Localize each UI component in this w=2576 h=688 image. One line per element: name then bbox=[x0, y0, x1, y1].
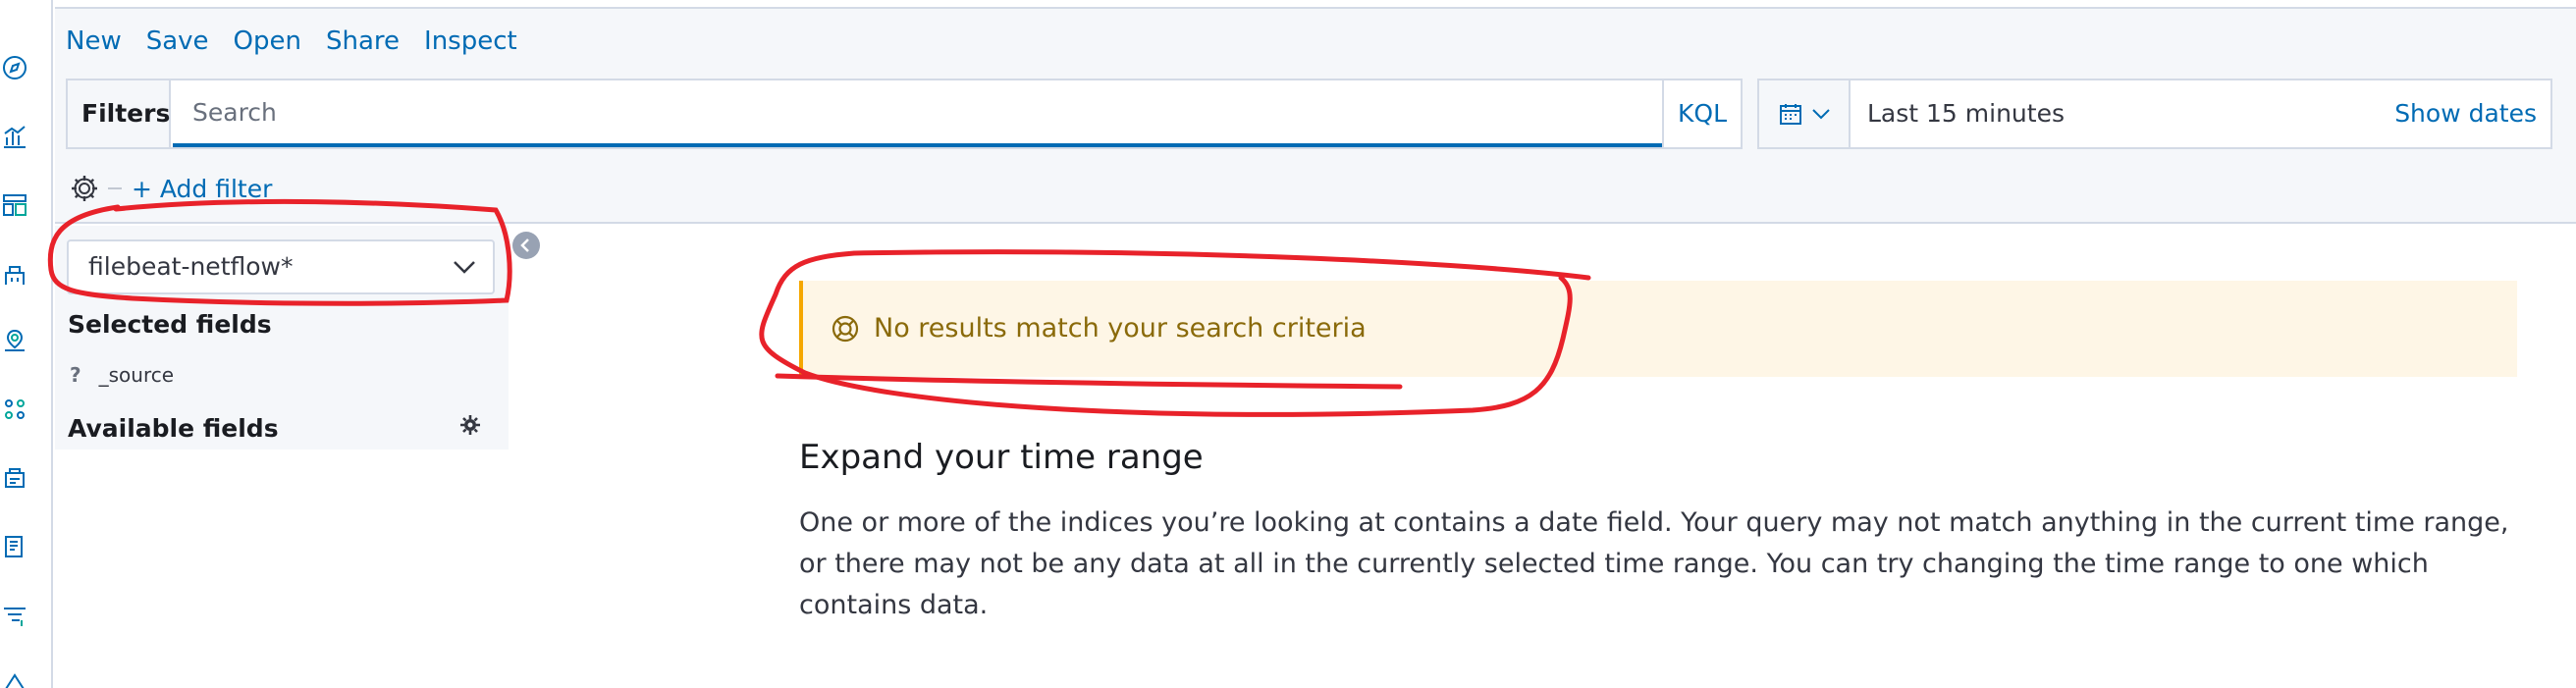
index-pattern-value: filebeat-netflow* bbox=[88, 252, 294, 281]
open-button[interactable]: Open bbox=[234, 22, 301, 61]
no-results-callout: No results match your search criteria bbox=[799, 281, 2517, 377]
annotation-underline bbox=[775, 373, 1403, 390]
divider bbox=[108, 187, 122, 189]
share-button[interactable]: Share bbox=[326, 22, 400, 61]
gear-icon[interactable] bbox=[459, 414, 481, 436]
calendar-icon bbox=[1779, 104, 1801, 125]
search-input[interactable] bbox=[173, 80, 1665, 147]
header-divider bbox=[55, 0, 2576, 9]
top-bar: New Save Open Share Inspect Filters KQL … bbox=[55, 0, 2576, 224]
collapse-sidebar-button[interactable] bbox=[512, 232, 540, 259]
discover-icon[interactable] bbox=[2, 55, 27, 80]
chevron-left-icon bbox=[520, 238, 529, 252]
maps-icon[interactable] bbox=[2, 328, 27, 353]
no-results-title: Expand your time range bbox=[799, 438, 1204, 477]
available-fields-title: Available fields bbox=[68, 414, 279, 443]
kibana-discover: New Save Open Share Inspect Filters KQL … bbox=[0, 0, 2576, 688]
chevron-down-icon bbox=[1811, 109, 1830, 120]
nav-rail bbox=[0, 0, 53, 688]
gear-icon[interactable] bbox=[69, 173, 100, 204]
infrastructure-icon[interactable] bbox=[2, 465, 27, 491]
chevron-down-icon bbox=[454, 261, 475, 274]
add-filter-button[interactable]: + Add filter bbox=[132, 175, 272, 203]
save-button[interactable]: Save bbox=[146, 22, 209, 61]
filter-bar: + Add filter bbox=[69, 169, 272, 208]
show-dates-button[interactable]: Show dates bbox=[2394, 80, 2537, 147]
selected-fields-title: Selected fields bbox=[68, 310, 272, 339]
query-bar: Filters KQL bbox=[66, 79, 1743, 149]
apm-icon[interactable] bbox=[2, 603, 27, 628]
field-name: _source bbox=[98, 363, 175, 387]
filters-label[interactable]: Filters bbox=[68, 80, 171, 147]
date-range-text[interactable]: Last 15 minutes bbox=[1867, 80, 2065, 147]
dashboard-icon[interactable] bbox=[2, 192, 27, 218]
field-item[interactable]: ? _source bbox=[70, 363, 174, 387]
new-button[interactable]: New bbox=[66, 22, 122, 61]
top-menu: New Save Open Share Inspect bbox=[66, 22, 517, 61]
inspect-button[interactable]: Inspect bbox=[424, 22, 517, 61]
canvas-icon[interactable] bbox=[2, 261, 27, 287]
logs-icon[interactable] bbox=[2, 534, 27, 559]
callout-message: No results match your search criteria bbox=[874, 313, 1367, 344]
kql-toggle[interactable]: KQL bbox=[1662, 80, 1741, 147]
field-sidebar: filebeat-netflow* Selected fields ? _sou… bbox=[55, 226, 509, 450]
index-pattern-select[interactable]: filebeat-netflow* bbox=[67, 239, 495, 294]
uptime-icon[interactable] bbox=[2, 667, 27, 688]
help-icon bbox=[832, 315, 859, 343]
no-results-description: One or more of the indices you’re lookin… bbox=[799, 507, 2509, 620]
visualize-icon[interactable] bbox=[2, 124, 27, 149]
quick-select-button[interactable] bbox=[1759, 80, 1851, 147]
field-type-icon: ? bbox=[70, 363, 81, 387]
ml-icon[interactable] bbox=[2, 397, 27, 422]
date-picker: Last 15 minutes Show dates bbox=[1757, 79, 2552, 149]
